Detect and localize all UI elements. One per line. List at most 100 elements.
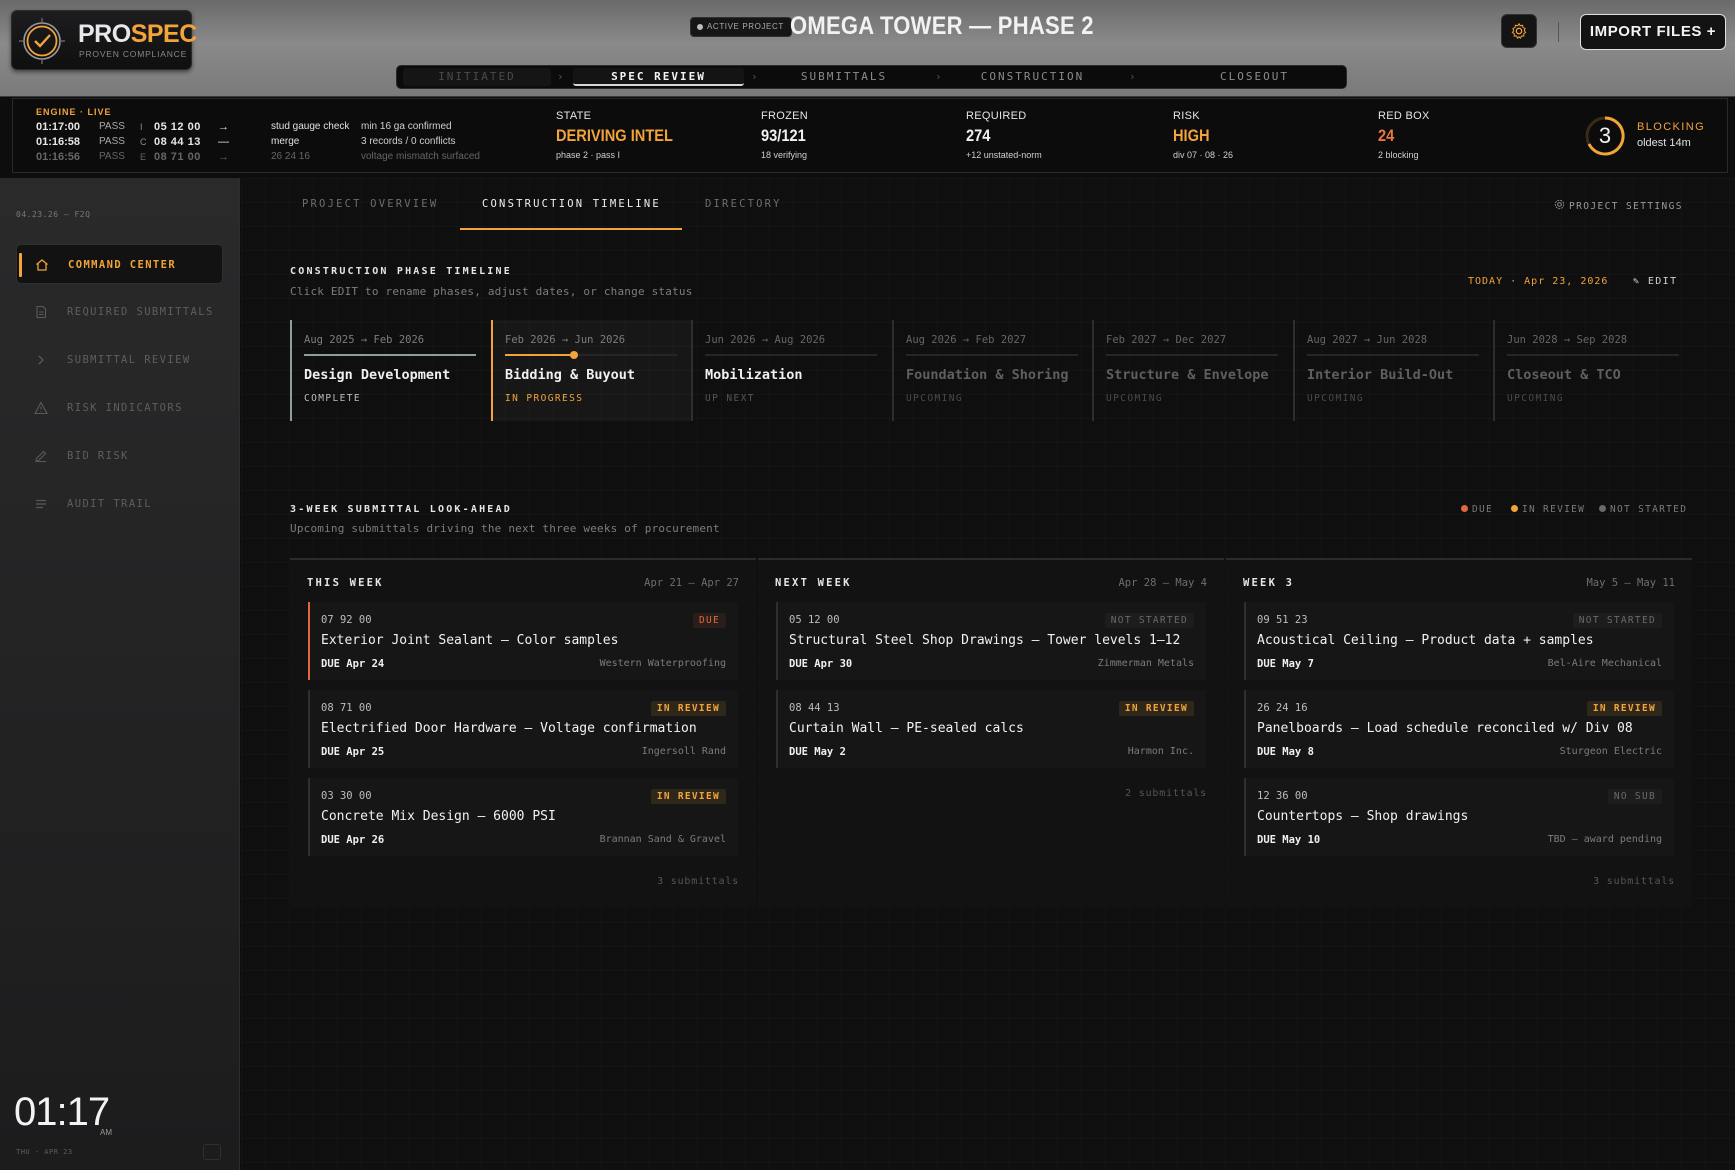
timeline-subtitle: Click EDIT to rename phases, adjust date… [290,285,693,298]
phase-card[interactable]: Aug 2027 → Jun 2028 Interior Build-Out U… [1293,320,1493,421]
week-range: May 5 – May 11 [1586,577,1675,589]
tab-directory[interactable]: DIRECTORY [705,198,782,210]
phase-dates: Jun 2028 → Sep 2028 [1507,334,1628,346]
phase-status: IN PROGRESS [505,393,584,404]
sidebar-meta: 04.23.26 — F2Q [16,210,91,219]
phase-dates: Aug 2025 → Feb 2026 [304,334,425,346]
vendor-name: Bel-Aire Mechanical [1547,658,1662,669]
vendor-name: Western Waterproofing [599,658,726,669]
submittal-card[interactable]: 08 71 00 IN REVIEW Electrified Door Hard… [308,690,738,768]
phase-dates: Aug 2026 → Feb 2027 [906,334,1027,346]
phase-card[interactable]: Feb 2027 → Dec 2027 Structure & Envelope… [1092,320,1292,421]
sidebar-item-risk-indicators[interactable]: RISK INDICATORS [16,388,223,428]
step-construction[interactable]: CONSTRUCTION [950,66,1115,88]
sidebar-item-label: AUDIT TRAIL [67,498,152,510]
clock-ampm: AM [100,1128,112,1137]
stat-sub: 18 verifying [761,150,808,160]
sidebar-item-required-submittals[interactable]: REQUIRED SUBMITTALS [16,292,223,332]
spec-section: 26 24 16 [1257,702,1308,714]
log-detail: 3 records / 0 conflicts [361,136,456,147]
status-badge: NOT STARTED [1104,613,1194,628]
stat-frozen: FROZEN 93/121 18 verifying [761,110,813,160]
active-project-badge: ACTIVE PROJECT [690,17,792,37]
status-badge: IN REVIEW [650,789,726,804]
tab-construction-timeline[interactable]: CONSTRUCTION TIMELINE [482,198,661,210]
chevron-right-icon [38,355,44,365]
vendor-name: Harmon Inc. [1127,746,1194,757]
phase-name: Mobilization [705,367,803,383]
submittal-card[interactable]: 05 12 00 NOT STARTED Structural Steel Sh… [776,602,1206,680]
stat-label: RED BOX [1378,110,1430,122]
gear-icon [1554,199,1565,210]
sidebar-item-label: REQUIRED SUBMITTALS [67,306,214,318]
sidebar-item-audit-trail[interactable]: AUDIT TRAIL [16,484,223,524]
log-section: 08 44 13 [154,136,201,148]
submittal-card[interactable]: 07 92 00 DUE Exterior Joint Sealant — Co… [308,602,738,680]
submittal-title: Exterior Joint Sealant — Color samples [321,633,619,648]
step-initiated[interactable]: INITIATED [403,68,551,86]
settings-button[interactable] [1501,14,1537,48]
submittal-card[interactable]: 26 24 16 IN REVIEW Panelboards — Load sc… [1244,690,1674,768]
submittal-count: 2 submittals [1125,788,1207,799]
phase-status: UPCOMING [906,393,963,404]
sidebar-item-bid-risk[interactable]: BID RISK [16,436,223,476]
log-message: merge [271,136,300,147]
submittal-card[interactable]: 08 44 13 IN REVIEW Curtain Wall — PE-sea… [776,690,1206,768]
blocking-oldest: oldest 14m [1637,137,1691,149]
phase-progress-fill [304,354,476,356]
phase-card[interactable]: Aug 2026 → Feb 2027 Foundation & Shoring… [892,320,1092,421]
due-date: DUE May 7 [1257,658,1314,670]
phase-name: Interior Build-Out [1307,367,1454,383]
due-date: DUE Apr 25 [321,746,385,758]
sidebar-item-command-center[interactable]: COMMAND CENTER [16,244,223,284]
dash-icon: — [218,136,229,148]
lookahead-subtitle: Upcoming submittals driving the next thr… [290,522,720,535]
log-code: E [140,152,147,162]
step-submittals[interactable]: SUBMITTALS [769,66,919,88]
tab-project-overview[interactable]: PROJECT OVERVIEW [302,198,438,210]
edit-timeline-button[interactable]: ✎ EDIT [1633,276,1678,287]
sidebar-item-submittal-review[interactable]: SUBMITTAL REVIEW [16,340,223,380]
step-closeout[interactable]: CLOSEOUT [1167,66,1342,88]
stat-label: REQUIRED [966,110,1027,122]
logo[interactable]: PROSPEC PROVEN COMPLIANCE [11,10,197,70]
submittal-title: Panelboards — Load schedule reconciled w… [1257,721,1633,736]
import-files-button[interactable]: IMPORT FILES + [1580,14,1726,50]
week-range: Apr 21 – Apr 27 [644,577,739,589]
spec-section: 03 30 00 [321,790,372,802]
submittal-card[interactable]: 03 30 00 IN REVIEW Concrete Mix Design —… [308,778,738,856]
spec-section: 09 51 23 [1257,614,1308,626]
brand-name: PROSPEC [78,20,197,48]
phase-card[interactable]: Aug 2025 → Feb 2026 Design Development C… [290,320,490,421]
arrow-right-icon: → [218,121,229,133]
stat-value: 93/121 [761,126,806,145]
status-badge: IN REVIEW [1118,701,1194,716]
due-date: DUE May 10 [1257,834,1321,846]
project-settings-button[interactable]: PROJECT SETTINGS [1554,199,1683,212]
stat-value: HIGH [1173,126,1210,145]
submittal-card[interactable]: 12 36 00 NO SUB Countertops — Shop drawi… [1244,778,1674,856]
sidebar: 04.23.26 — F2Q COMMAND CENTER REQUIRED S… [0,178,240,1170]
phase-status: COMPLETE [304,393,361,404]
log-status: PASS [99,121,125,132]
step-spec-review[interactable]: SPEC REVIEW [573,68,744,86]
vendor-name: Ingersoll Rand [641,746,726,757]
edit-label: EDIT [1647,276,1678,287]
workflow-stepper: INITIATED › SPEC REVIEW › SUBMITTALS › C… [396,65,1347,89]
blocking-count[interactable]: 3 [1584,115,1626,157]
legend-in-review: IN REVIEW [1511,504,1585,515]
sidebar-collapse-icon[interactable] [203,1144,221,1160]
submittal-card[interactable]: 09 51 23 NOT STARTED Acoustical Ceiling … [1244,602,1674,680]
stat-risk: RISK HIGH div 07 · 08 · 26 [1173,110,1233,160]
stat-required: REQUIRED 274 +12 unstated-norm [966,110,1042,160]
phase-progress-track [705,354,877,356]
phase-progress-track [304,354,476,356]
warning-icon [34,401,48,415]
due-date: DUE May 2 [789,746,846,758]
phase-card[interactable]: Feb 2026 → Jun 2026 Bidding & Buyout IN … [491,320,691,421]
phase-card[interactable]: Jun 2026 → Aug 2026 Mobilization UP NEXT [691,320,891,421]
divider [1558,22,1559,42]
phase-status: UP NEXT [705,393,755,404]
phase-card[interactable]: Jun 2028 → Sep 2028 Closeout & TCO UPCOM… [1493,320,1693,421]
phase-progress-track [1307,354,1479,356]
